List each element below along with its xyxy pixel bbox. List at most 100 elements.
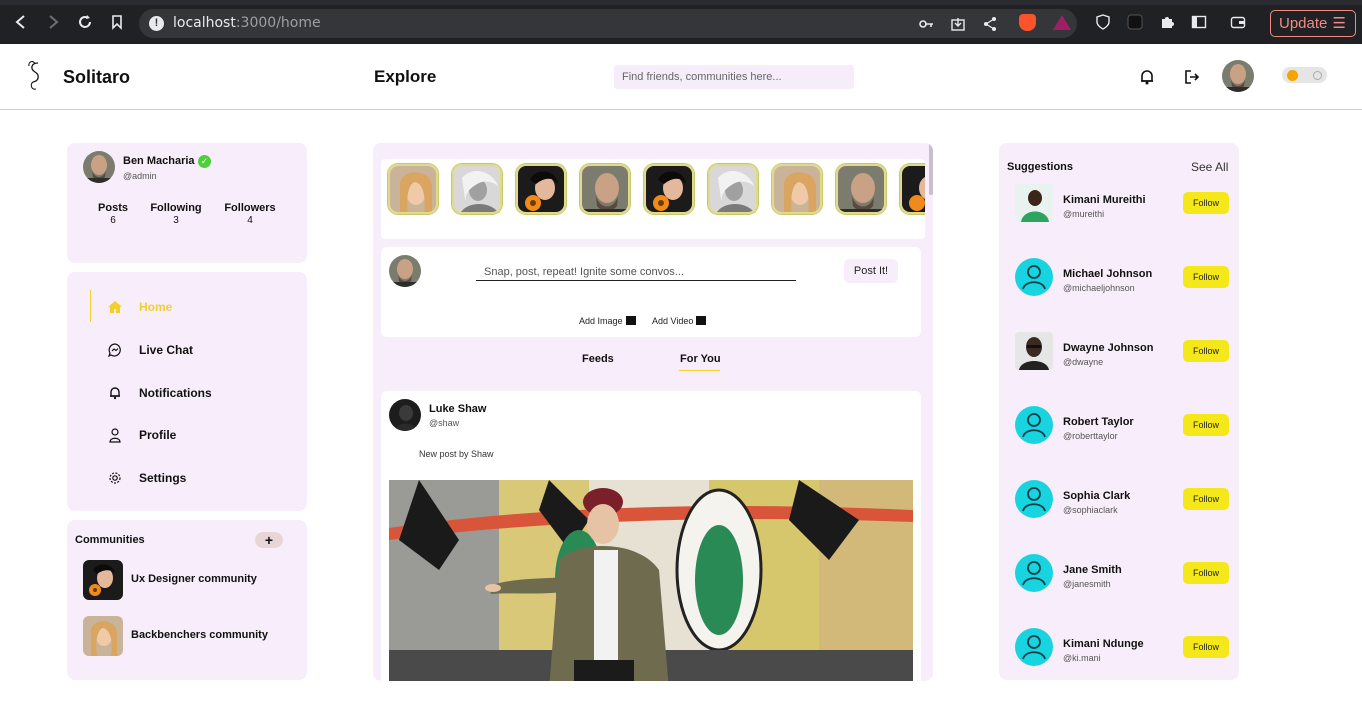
image-icon [625,316,636,325]
community-name: Ux Designer community [131,573,257,585]
extension-square-icon[interactable] [1127,14,1143,30]
post-image[interactable] [389,480,913,681]
feed-scrollbar[interactable] [929,143,933,195]
page-title: Explore [374,67,437,86]
bookmark-icon[interactable] [107,12,127,32]
suggestion-name[interactable]: Sophia Clark [1063,490,1130,502]
add-community-button[interactable]: + [255,532,283,548]
address-url[interactable]: localhost:3000/home [173,15,321,31]
community-name: Backbenchers community [131,629,268,641]
see-all-link[interactable]: See All [1191,160,1228,174]
back-icon[interactable] [11,12,31,32]
story-item[interactable] [452,164,502,214]
suggestion-handle: @janesmith [1063,579,1111,589]
communities-card: Communities + Ux Designer community Back… [67,520,307,680]
install-icon[interactable] [949,15,967,33]
logo-icon[interactable] [26,60,44,92]
puzzle-icon[interactable] [1159,14,1175,30]
post-card: Luke Shaw @shaw New post by Shaw [381,391,921,681]
profile-card: Ben Macharia ✓ @admin Posts 6 Following … [67,143,307,263]
reload-icon[interactable] [75,12,95,32]
story-item[interactable] [580,164,630,214]
post-input[interactable] [476,263,796,281]
follow-button[interactable]: Follow [1183,488,1229,510]
story-item[interactable] [772,164,822,214]
suggestion-avatar[interactable] [1015,184,1053,222]
suggestion-item: Dwayne Johnson @dwayne Follow [1015,330,1231,370]
post-author-avatar[interactable] [389,399,421,431]
suggestion-name[interactable]: Kimani Mureithi [1063,194,1146,206]
logout-icon[interactable] [1181,67,1201,87]
stat-value: 3 [173,215,179,226]
brave-rewards-icon[interactable] [1053,15,1071,30]
user-avatar[interactable] [1222,60,1254,92]
search-input[interactable] [614,65,854,89]
toggle-ring [1313,71,1322,80]
story-item[interactable] [900,164,925,214]
vpn-shield-icon[interactable] [1095,14,1111,30]
suggestion-name[interactable]: Michael Johnson [1063,268,1152,280]
theme-toggle[interactable] [1282,67,1327,83]
post-author-name[interactable]: Luke Shaw [429,403,486,415]
story-item[interactable] [388,164,438,214]
key-icon[interactable] [917,15,935,33]
suggestion-name[interactable]: Kimani Ndunge [1063,638,1144,650]
community-thumbnail [83,560,123,600]
follow-button[interactable]: Follow [1183,340,1229,362]
stat-label: Following [150,202,202,214]
suggestion-handle: @ki.mani [1063,653,1101,663]
profile-handle: @admin [123,171,157,181]
stat-label: Posts [98,202,128,214]
suggestion-item: Kimani Ndunge @ki.mani Follow [1015,626,1231,666]
user-placeholder-icon[interactable] [1015,628,1053,666]
stat-value: 4 [247,215,253,226]
wallet-icon[interactable] [1230,14,1246,30]
stat-following[interactable]: Following 3 [150,202,202,226]
story-item[interactable] [644,164,694,214]
story-item[interactable] [516,164,566,214]
brand-name[interactable]: Solitaro [63,67,130,88]
sidebar-item-label: Settings [139,471,187,485]
address-bar[interactable]: ! localhost:3000/home [139,9,1077,38]
forward-icon[interactable] [43,12,63,32]
share-icon[interactable] [981,15,999,33]
add-video-button[interactable]: Add Video [652,316,707,326]
add-image-button[interactable]: Add Image [579,316,636,326]
add-image-label: Add Image [579,316,623,326]
follow-button[interactable]: Follow [1183,562,1229,584]
follow-button[interactable]: Follow [1183,266,1229,288]
tab-feeds[interactable]: Feeds [582,353,614,365]
follow-button[interactable]: Follow [1183,636,1229,658]
post-it-button[interactable]: Post It! [844,259,898,283]
user-placeholder-icon[interactable] [1015,406,1053,444]
post-text: New post by Shaw [419,449,494,459]
stat-value: 6 [110,215,116,226]
suggestion-handle: @mureithi [1063,209,1105,219]
tab-for-you[interactable]: For You [680,353,721,365]
suggestion-name[interactable]: Jane Smith [1063,564,1122,576]
user-placeholder-icon[interactable] [1015,480,1053,518]
stat-posts[interactable]: Posts 6 [97,202,129,226]
suggestion-item: Michael Johnson @michaeljohnson Follow [1015,256,1231,296]
suggestion-handle: @sophiaclark [1063,505,1118,515]
user-placeholder-icon[interactable] [1015,258,1053,296]
follow-button[interactable]: Follow [1183,192,1229,214]
suggestion-item: Sophia Clark @sophiaclark Follow [1015,478,1231,518]
profile-avatar[interactable] [83,151,115,183]
site-info-icon[interactable]: ! [149,16,164,31]
sidebar-icon[interactable] [1191,14,1207,30]
suggestion-avatar[interactable] [1015,332,1053,370]
sidebar-item-label: Live Chat [139,343,194,357]
brave-shields-icon[interactable] [1019,14,1036,31]
story-item[interactable] [708,164,758,214]
follow-button[interactable]: Follow [1183,414,1229,436]
story-item[interactable] [836,164,886,214]
post-composer: Post It! Add Image Add Video [381,247,921,337]
sidebar-nav: Home Live Chat Notifications Profile Set… [67,272,307,511]
stat-followers[interactable]: Followers 4 [223,202,277,226]
update-button[interactable]: Update ☰ [1270,10,1356,37]
suggestion-name[interactable]: Robert Taylor [1063,416,1134,428]
suggestion-name[interactable]: Dwayne Johnson [1063,342,1153,354]
user-placeholder-icon[interactable] [1015,554,1053,592]
bell-icon[interactable] [1137,67,1157,87]
